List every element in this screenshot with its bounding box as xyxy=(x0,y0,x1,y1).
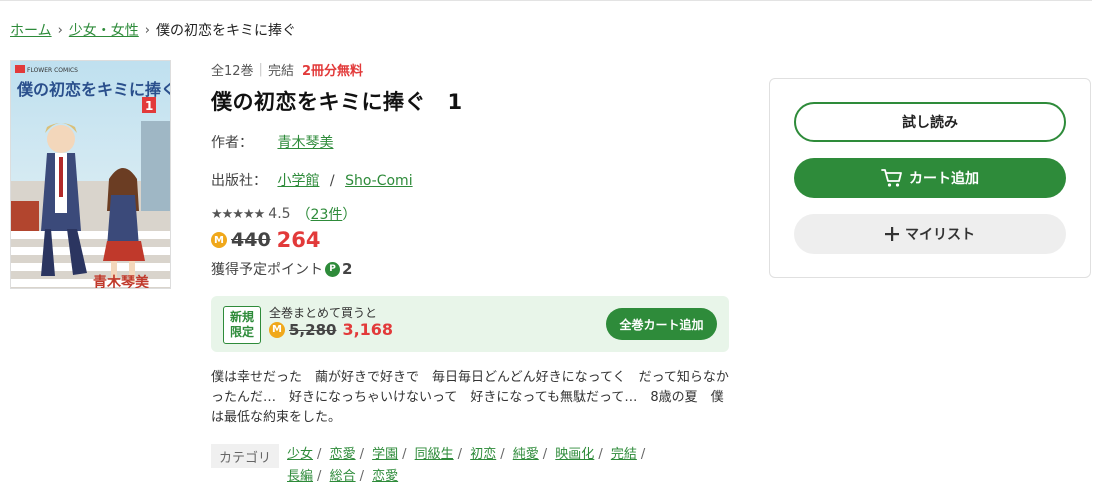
points: 獲得予定ポイント P 2 xyxy=(211,259,352,279)
breadcrumb: ホーム › 少女・女性 › 僕の初恋をキミに捧ぐ xyxy=(10,20,296,40)
category-divider: / xyxy=(317,447,322,462)
category-link[interactable]: 同級生 xyxy=(415,447,454,462)
points-label: 獲得予定ポイント xyxy=(211,262,323,278)
trial-read-button[interactable]: 試し読み xyxy=(794,102,1066,142)
point-icon: P xyxy=(325,261,340,277)
category-link[interactable]: 恋愛 xyxy=(372,469,398,484)
chevron-right-icon: › xyxy=(144,22,150,38)
sale-price: 264 xyxy=(276,228,321,252)
publisher-row: 出版社： 小学館 / Sho-Comi xyxy=(211,170,413,190)
rating: ★★★★★ 4.5 （23件） xyxy=(211,204,356,224)
breadcrumb-category[interactable]: 少女・女性 xyxy=(69,20,139,40)
add-all-to-cart-button[interactable]: 全巻カート追加 xyxy=(606,308,717,340)
meta-divider: | xyxy=(258,62,263,77)
review-count-link[interactable]: 23件 xyxy=(311,207,343,223)
mylist-label: マイリスト xyxy=(905,227,975,243)
category-label: カテゴリ xyxy=(211,444,280,468)
review-count: （23件） xyxy=(297,204,357,224)
coin-icon: M xyxy=(211,232,227,248)
original-price: 440 xyxy=(231,229,271,251)
publisher-link[interactable]: 小学館 xyxy=(277,173,319,189)
top-divider xyxy=(0,0,1092,1)
author-label: 作者： xyxy=(211,135,253,151)
review-count-open: （ xyxy=(296,207,311,223)
publisher-label: 出版社： xyxy=(211,173,267,189)
cart-icon xyxy=(881,168,903,188)
rating-value: 4.5 xyxy=(268,206,291,222)
breadcrumb-home[interactable]: ホーム xyxy=(10,20,52,40)
bundle-sale-price: 3,168 xyxy=(342,320,394,339)
review-count-close: ） xyxy=(342,207,357,223)
category-link[interactable]: 映画化 xyxy=(555,447,594,462)
category-divider: / xyxy=(402,447,407,462)
categories: カテゴリ 少女 / 恋愛 / 学園 / 同級生 / 初恋 / 純愛 / 映画化 / 完結 / 長… xyxy=(211,444,707,488)
breadcrumb-current: 僕の初恋をキミに捧ぐ xyxy=(156,23,296,39)
bundle-offer: 新規 限定 全巻まとめて買うと M 5,280 3,168 全巻カート追加 xyxy=(211,296,729,352)
badge-line2: 限定 xyxy=(229,325,254,339)
purchase-panel: 試し読み カート追加 マイリスト xyxy=(769,78,1091,278)
price: M 440 264 xyxy=(211,228,321,252)
page-title: 僕の初恋をキミに捧ぐ 1 xyxy=(211,90,463,114)
points-value: 2 xyxy=(342,260,353,278)
cover-publisher-mark: FLOWER COMICS xyxy=(27,67,78,74)
category-link[interactable]: 総合 xyxy=(330,469,356,484)
category-divider: / xyxy=(359,469,364,484)
trial-read-label: 試し読み xyxy=(902,115,958,131)
category-link[interactable]: 学園 xyxy=(372,447,398,462)
category-divider: / xyxy=(542,447,548,462)
cover-illustration: FLOWER COMICS 僕の初恋をキミに捧ぐ 1 青木琴美 xyxy=(11,61,171,289)
free-badge: 2冊分無料 xyxy=(301,64,363,79)
description: 僕は幸せだった 繭が好きで好きで 毎日毎日どんどん好きになってく だって知らなか… xyxy=(211,370,729,425)
bundle-original-price: 5,280 xyxy=(289,320,337,339)
coin-icon: M xyxy=(269,321,285,338)
add-to-cart-label: カート追加 xyxy=(909,171,979,187)
author-row: 作者： 青木琴美 xyxy=(211,132,333,152)
badge-line1: 新規 xyxy=(229,310,254,324)
add-to-cart-button[interactable]: カート追加 xyxy=(794,158,1066,198)
book-cover[interactable]: FLOWER COMICS 僕の初恋をキミに捧ぐ 1 青木琴美 xyxy=(10,60,171,289)
category-link[interactable]: 恋愛 xyxy=(330,447,356,462)
category-list: 少女 / 恋愛 / 学園 / 同級生 / 初恋 / 純愛 / 映画化 / 完結 / 長編 / 総合… xyxy=(287,444,707,488)
category-link[interactable]: 初恋 xyxy=(470,447,496,462)
plus-icon xyxy=(885,227,899,241)
chevron-right-icon: › xyxy=(57,22,63,38)
category-divider: / xyxy=(359,447,364,462)
new-limited-badge: 新規 限定 xyxy=(223,306,261,344)
category-divider: / xyxy=(317,469,322,484)
volume-count: 全12巻 xyxy=(211,64,254,79)
category-link[interactable]: 純愛 xyxy=(513,447,539,462)
series-status: 完結 xyxy=(267,64,294,79)
category-divider: / xyxy=(500,447,505,462)
category-link[interactable]: 完結 xyxy=(611,447,637,462)
cover-author-text: 青木琴美 xyxy=(93,274,150,289)
label-link[interactable]: Sho-Comi xyxy=(345,173,413,189)
category-divider: / xyxy=(598,447,603,462)
category-link[interactable]: 少女 xyxy=(287,447,313,462)
volume-meta: 全12巻 | 完結 2冊分無料 xyxy=(211,60,363,79)
category-divider: / xyxy=(457,447,463,462)
star-rating-icon: ★★★★★ xyxy=(211,206,265,222)
publisher-divider: / xyxy=(329,173,335,189)
category-divider: / xyxy=(640,447,646,462)
mylist-button[interactable]: マイリスト xyxy=(794,214,1066,254)
category-link[interactable]: 長編 xyxy=(287,469,313,484)
cover-volume: 1 xyxy=(145,99,153,113)
cover-title-text: 僕の初恋をキミに捧ぐ xyxy=(16,80,171,99)
author-link[interactable]: 青木琴美 xyxy=(277,135,333,151)
bundle-price: M 5,280 3,168 xyxy=(269,320,393,339)
bundle-label: 全巻まとめて買うと xyxy=(269,306,378,320)
